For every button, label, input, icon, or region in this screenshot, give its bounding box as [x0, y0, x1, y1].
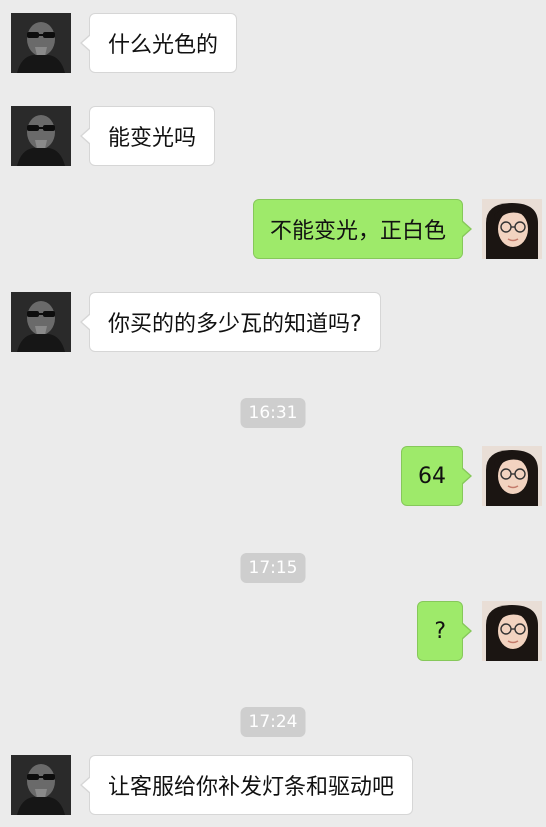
timestamp: 17:24	[240, 707, 306, 737]
man-avatar-icon	[11, 106, 71, 166]
message-text: 什么光色的	[108, 33, 219, 58]
woman-avatar-icon	[482, 446, 542, 506]
message-text: 你买的的多少瓦的知道吗?	[108, 312, 362, 337]
contact-avatar[interactable]	[11, 106, 71, 166]
incoming-message[interactable]: 能变光吗	[79, 106, 216, 166]
my-avatar[interactable]	[482, 446, 542, 506]
man-avatar-icon	[11, 13, 71, 73]
message-text: 64	[418, 463, 446, 489]
outgoing-message[interactable]: ?	[417, 601, 472, 661]
message-text: 能变光吗	[108, 126, 197, 151]
contact-avatar[interactable]	[11, 292, 71, 352]
my-avatar[interactable]	[482, 601, 542, 661]
man-avatar-icon	[11, 755, 71, 815]
incoming-message[interactable]: 让客服给你补发灯条和驱动吧	[79, 755, 414, 815]
incoming-message[interactable]: 什么光色的	[79, 13, 238, 73]
man-avatar-icon	[11, 292, 71, 352]
message-text: 让客服给你补发灯条和驱动吧	[108, 775, 395, 800]
timestamp-text: 16:31	[248, 403, 298, 423]
outgoing-message[interactable]: 不能变光，正白色	[252, 199, 473, 259]
message-text: 不能变光，正白色	[269, 219, 446, 244]
outgoing-message[interactable]: 64	[401, 446, 472, 506]
message-text: ?	[434, 618, 446, 644]
my-avatar[interactable]	[482, 199, 542, 259]
contact-avatar[interactable]	[11, 755, 71, 815]
woman-avatar-icon	[482, 199, 542, 259]
woman-avatar-icon	[482, 601, 542, 661]
timestamp: 16:31	[240, 398, 306, 428]
incoming-message[interactable]: 你买的的多少瓦的知道吗?	[80, 292, 381, 352]
timestamp-text: 17:15	[248, 558, 298, 578]
contact-avatar[interactable]	[11, 13, 71, 73]
timestamp-text: 17:24	[248, 712, 298, 732]
timestamp: 17:15	[240, 553, 306, 583]
